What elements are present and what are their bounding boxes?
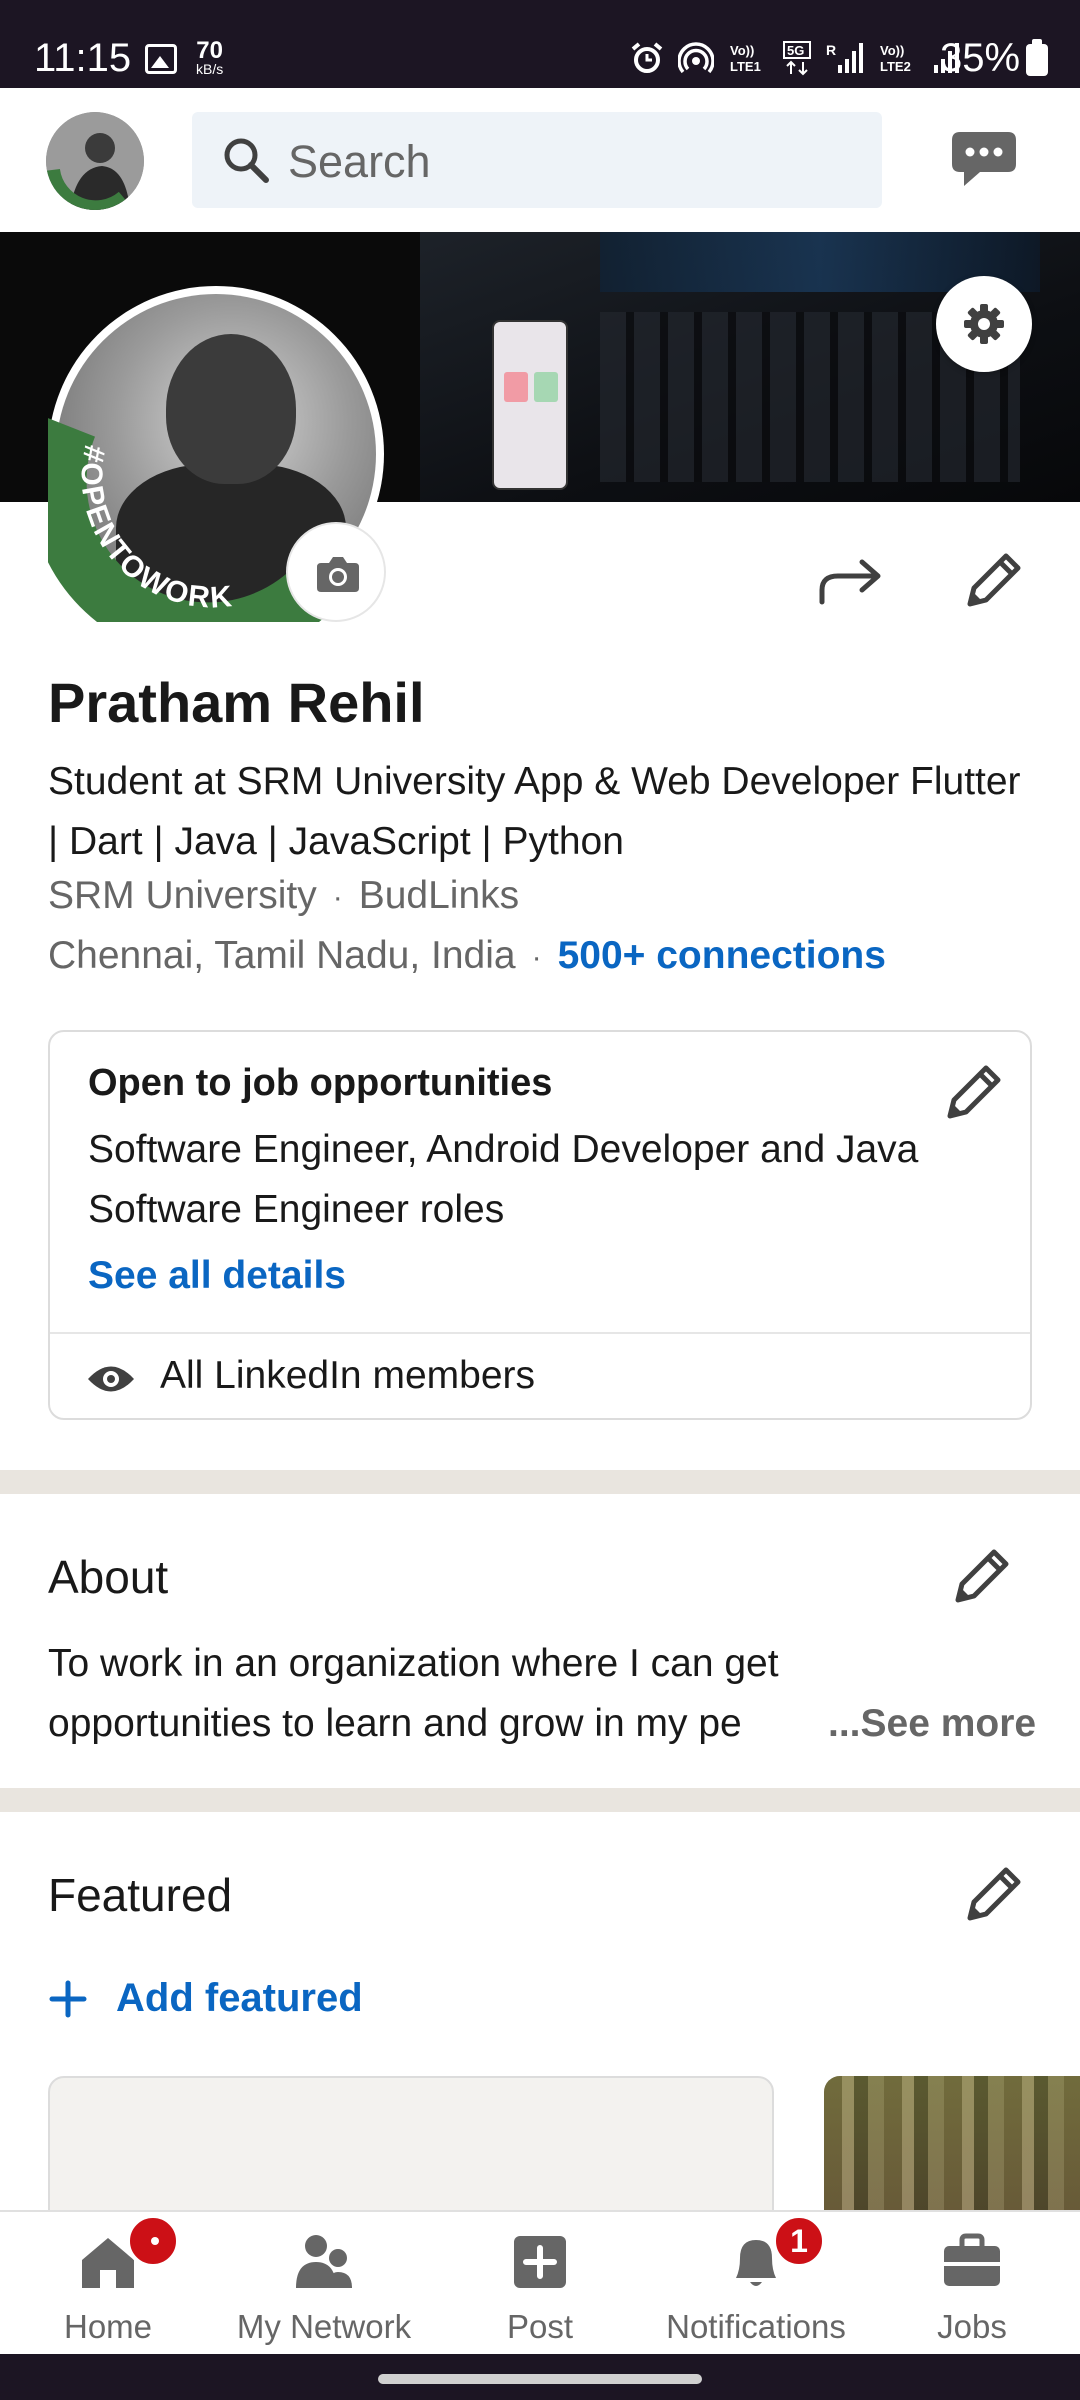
nav-post-label: Post — [506, 2308, 574, 2345]
svg-text:LTE2: LTE2 — [880, 59, 911, 74]
battery-percentage: 35% — [940, 36, 1021, 80]
search-icon — [224, 138, 269, 183]
home-notification-dot — [126, 2214, 180, 2268]
edit-about-icon[interactable] — [950, 1544, 1014, 1608]
profile-affiliations: SRM University · BudLinks — [48, 874, 519, 918]
edit-featured-icon[interactable] — [962, 1862, 1026, 1926]
about-text: To work in an organization where I can g… — [48, 1642, 779, 1745]
add-featured-button[interactable]: Add featured — [48, 1976, 363, 2021]
network-icon — [296, 2235, 352, 2288]
see-more-link[interactable]: ...See more — [828, 1702, 1036, 1746]
search-input[interactable]: Search — [192, 112, 882, 208]
nav-notifications[interactable]: 1 Notifications — [648, 2212, 864, 2356]
svg-text:5G: 5G — [787, 43, 804, 58]
network-speed-unit: kB/s — [196, 61, 224, 77]
nav-notifications-label: Notifications — [666, 2308, 846, 2345]
see-all-details-link[interactable]: See all details — [88, 1254, 346, 1298]
gesture-handle[interactable] — [378, 2374, 702, 2384]
separator-dot: · — [531, 940, 542, 974]
alarm-icon — [631, 42, 663, 73]
section-divider — [0, 1470, 1080, 1494]
company-link[interactable]: BudLinks — [359, 874, 519, 917]
avatar[interactable] — [46, 112, 144, 210]
connections-link[interactable]: 500+ connections — [558, 934, 886, 977]
messaging-icon[interactable] — [950, 128, 1018, 190]
status-icons: Vo)) LTE1 5G R Vo)) LTE2 — [630, 40, 962, 76]
bottom-navigation: Home My Network Post 1 Notifications Job… — [0, 2210, 1080, 2354]
edit-open-to-work-icon[interactable] — [942, 1060, 1006, 1124]
add-photo-button[interactable] — [286, 522, 386, 622]
avatar-image — [46, 112, 144, 210]
network-speed-value: 70 — [196, 37, 223, 64]
svg-text:Vo)): Vo)) — [730, 43, 754, 58]
card-divider — [50, 1332, 1030, 1334]
open-to-work-title: Open to job opportunities — [88, 1062, 553, 1104]
featured-title: Featured — [48, 1869, 233, 1921]
post-icon — [514, 2236, 566, 2288]
5g-icon: 5G — [783, 41, 811, 76]
separator-dot: · — [332, 880, 343, 914]
share-icon[interactable] — [818, 554, 886, 606]
about-title: About — [48, 1551, 169, 1603]
signal-lte1-icon: Vo))LTE1 — [730, 43, 761, 74]
gear-icon — [964, 304, 1004, 344]
gallery-notification-icon — [145, 44, 177, 74]
nav-jobs[interactable]: Jobs — [864, 2212, 1080, 2356]
location-text: Chennai, Tamil Nadu, India — [48, 934, 516, 977]
open-to-work-roles: Software Engineer, Android Developer and… — [88, 1128, 919, 1231]
open-to-work-card: Open to job opportunities Software Engin… — [48, 1030, 1032, 1420]
eye-icon — [88, 1366, 134, 1392]
nav-home-label: Home — [63, 2308, 153, 2345]
add-featured-label: Add featured — [116, 1976, 363, 2020]
settings-button[interactable] — [936, 276, 1032, 372]
hotspot-icon — [678, 42, 714, 74]
notifications-badge: 1 — [772, 2214, 826, 2268]
nav-jobs-label: Jobs — [937, 2308, 1007, 2345]
system-gesture-area — [0, 2354, 1080, 2400]
nav-post[interactable]: Post — [432, 2212, 648, 2356]
profile-name: Pratham Rehil — [48, 671, 425, 734]
education-link[interactable]: SRM University — [48, 874, 317, 917]
section-divider — [0, 1788, 1080, 1812]
nav-home[interactable]: Home — [0, 2212, 216, 2356]
plus-icon — [49, 1980, 87, 2017]
network-speed: 70 kB/s — [196, 37, 224, 77]
nav-my-network-label: My Network — [236, 2308, 412, 2345]
battery-icon — [1026, 39, 1048, 76]
signal-lte2-icon: Vo))LTE2 — [880, 43, 911, 74]
svg-text:Vo)): Vo)) — [880, 43, 904, 58]
status-time: 11:15 — [34, 36, 132, 80]
top-app-bar: Search — [0, 88, 1080, 232]
profile-location-row: Chennai, Tamil Nadu, India · 500+ connecti… — [48, 934, 886, 978]
signal-bars-icon: R — [826, 42, 863, 73]
briefcase-icon — [944, 2233, 1000, 2286]
visibility-label[interactable]: All LinkedIn members — [160, 1354, 535, 1398]
svg-text:LTE1: LTE1 — [730, 59, 761, 74]
camera-icon — [317, 557, 359, 592]
status-bar: 11:15 70 kB/s Vo)) LTE1 5G R Vo)) LTE2 35% — [0, 0, 1080, 88]
profile-headline: Student at SRM University App & Web Deve… — [48, 760, 1021, 863]
edit-intro-icon[interactable] — [962, 548, 1026, 612]
svg-text:R: R — [826, 42, 836, 58]
search-placeholder: Search — [288, 136, 431, 187]
nav-my-network[interactable]: My Network — [216, 2212, 432, 2356]
cover-phone — [492, 320, 568, 490]
